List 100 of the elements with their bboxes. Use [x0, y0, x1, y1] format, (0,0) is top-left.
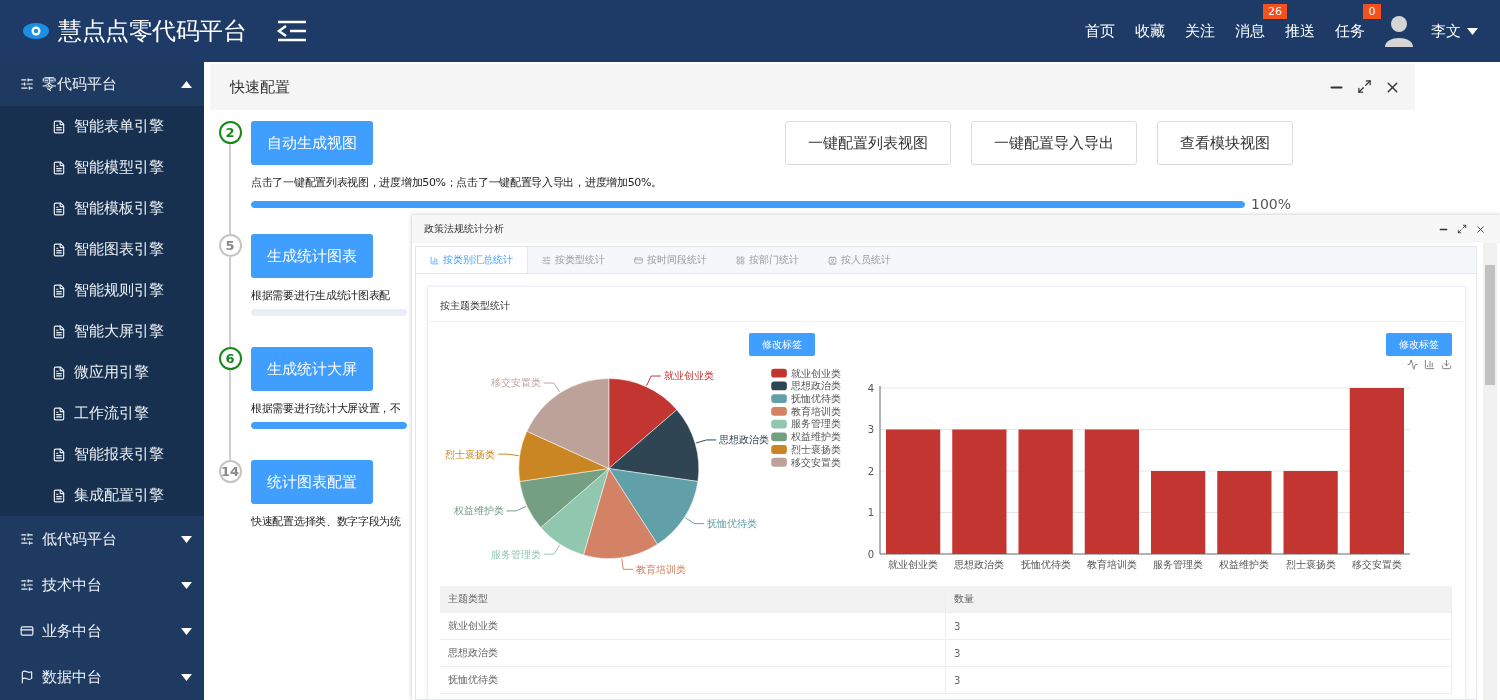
maximize-icon[interactable]	[1357, 78, 1372, 94]
slice-label: 烈士褒扬类	[445, 448, 496, 460]
sidebar-group[interactable]: 业务中台	[0, 608, 204, 654]
legend-swatch	[771, 419, 787, 429]
axis-label: 教育培训类	[1086, 559, 1137, 570]
bar-chart-icon[interactable]	[1424, 359, 1435, 370]
config-button[interactable]: 一键配置导入导出	[971, 121, 1137, 165]
leader-line	[506, 505, 527, 512]
legend-label: 教育培训类	[790, 405, 841, 417]
sidebar-item[interactable]: 智能报表引擎	[0, 434, 204, 475]
document-icon	[52, 406, 66, 421]
axis-label: 抚恤优待类	[1020, 559, 1071, 570]
table-cell: 抚恤优待类	[440, 667, 946, 693]
tab-icon	[430, 255, 439, 265]
sidebar-item[interactable]: 智能图表引擎	[0, 229, 204, 270]
step-description: 根据需要进行生成统计图表配	[251, 288, 391, 303]
group-icon	[20, 532, 34, 546]
slice-label: 服务管理类	[491, 548, 542, 560]
nav-link[interactable]: 关注	[1185, 21, 1215, 41]
count-badge: 0	[1363, 3, 1381, 19]
axis-label: 4	[867, 382, 874, 394]
nav-link[interactable]: 推送	[1285, 21, 1315, 41]
tab-icon	[634, 255, 643, 265]
axis-label: 0	[867, 548, 874, 560]
table-cell: 思想政治类	[440, 640, 946, 666]
sidebar-item[interactable]: 集成配置引擎	[0, 475, 204, 516]
step-number: 14	[218, 460, 242, 483]
column-header: 主题类型	[440, 586, 946, 612]
sidebar-item[interactable]: 智能表单引擎	[0, 106, 204, 147]
legend-label: 抚恤优待类	[790, 393, 841, 405]
table-cell: 3	[946, 613, 1452, 639]
step-number: 2	[218, 121, 242, 144]
maximize-icon[interactable]	[1457, 223, 1467, 234]
sidebar-item[interactable]: 智能模型引擎	[0, 147, 204, 188]
leader-line	[543, 544, 561, 555]
axis-label: 烈士褒扬类	[1285, 559, 1336, 570]
config-button[interactable]: 一键配置列表视图	[785, 121, 951, 165]
sidebar-item[interactable]: 智能规则引擎	[0, 270, 204, 311]
document-icon	[52, 447, 66, 462]
window-title: 政策法规统计分析	[424, 222, 504, 236]
document-icon	[52, 283, 66, 298]
sidebar-group[interactable]: 零代码平台	[0, 62, 204, 106]
avatar-icon[interactable]	[1385, 15, 1413, 47]
group-icon	[20, 578, 34, 592]
document-icon	[52, 488, 66, 503]
step-description: 快速配置选择类、数字字段为统	[251, 514, 401, 529]
progress-reading: 100%	[1251, 196, 1292, 212]
legend-label: 烈士褒扬类	[790, 443, 841, 455]
axis-label: 移交安置类	[1351, 559, 1402, 570]
slice-label: 权益维护类	[453, 505, 504, 517]
legend-label: 服务管理类	[790, 418, 841, 430]
sidebar-group[interactable]: 技术中台	[0, 562, 204, 608]
slice-label: 教育培训类	[636, 563, 686, 575]
legend-swatch	[771, 432, 787, 442]
document-icon	[52, 160, 66, 175]
user-menu[interactable]: 李文	[1431, 21, 1478, 41]
leader-line	[646, 375, 662, 387]
tab-icon	[736, 255, 745, 265]
sidebar-item[interactable]: 智能大屏引擎	[0, 311, 204, 352]
sidebar-item[interactable]: 工作流引擎	[0, 393, 204, 434]
legend-label: 权益维护类	[790, 431, 841, 443]
line-chart-icon[interactable]	[1407, 359, 1418, 370]
step-description: 点击了一键配置列表视图，进度增加50%；点击了一键配置导入导出，进度增加50%。	[251, 175, 662, 190]
axis-label: 3	[867, 424, 874, 435]
sidebar-item[interactable]: 智能模板引擎	[0, 188, 204, 229]
tab-icon	[828, 255, 837, 265]
document-icon	[52, 242, 66, 257]
legend-swatch	[771, 406, 787, 416]
document-icon	[52, 201, 66, 216]
config-button[interactable]: 查看模块视图	[1157, 121, 1293, 165]
menu-collapse-icon[interactable]	[276, 20, 308, 42]
scrollbar[interactable]	[1483, 243, 1497, 700]
group-icon	[20, 670, 34, 684]
axis-label: 思想政治类	[954, 559, 1005, 570]
sidebar-item[interactable]: 微应用引擎	[0, 352, 204, 393]
legend-swatch	[771, 457, 787, 467]
leader-line	[497, 453, 520, 457]
table-cell: 3	[946, 667, 1452, 693]
axis-label: 2	[867, 465, 874, 477]
sidebar-group[interactable]: 数据中台	[0, 654, 204, 700]
tab-icon	[542, 255, 551, 265]
table-cell: 就业创业类	[440, 613, 946, 639]
legend-swatch	[771, 368, 787, 378]
sidebar-group[interactable]: 低代码平台	[0, 516, 204, 562]
legend-label: 思想政治类	[790, 380, 841, 392]
step-number: 5	[218, 234, 242, 257]
legend-label: 移交安置类	[790, 456, 841, 468]
leader-line	[543, 382, 561, 393]
nav-link[interactable]: 首页	[1085, 21, 1115, 41]
document-icon	[52, 324, 66, 339]
leader-line	[684, 517, 705, 525]
column-header: 数量	[946, 586, 1452, 612]
panel-title: 快速配置	[230, 77, 290, 97]
app-title: 慧点点零代码平台	[58, 16, 246, 47]
download-icon[interactable]	[1441, 359, 1452, 370]
nav-link[interactable]: 收藏	[1135, 21, 1165, 41]
axis-label: 服务管理类	[1153, 559, 1204, 570]
axis-label: 就业创业类	[888, 559, 939, 570]
close-icon[interactable]	[1475, 223, 1486, 235]
group-icon	[20, 77, 34, 91]
